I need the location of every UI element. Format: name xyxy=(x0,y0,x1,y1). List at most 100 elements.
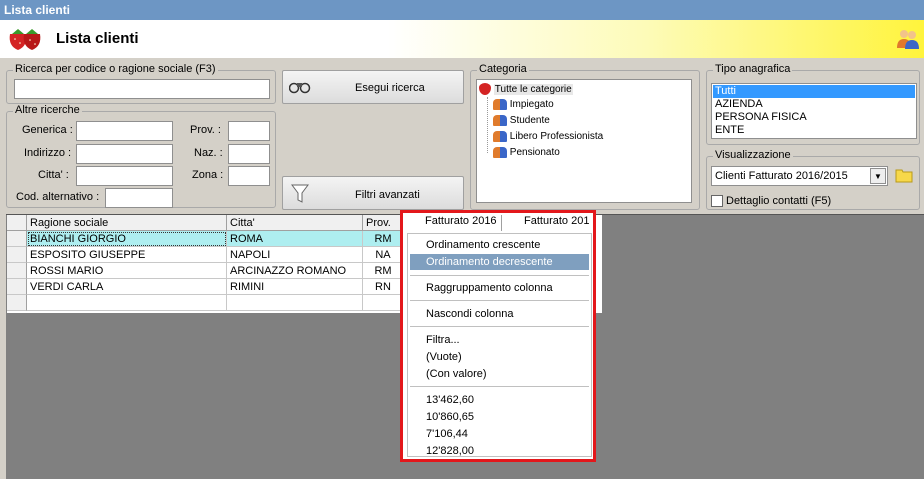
tree-item-label: Libero Professionista xyxy=(509,131,604,143)
menu-item-filter-value[interactable]: 10'860,65 xyxy=(410,409,589,425)
category-legend: Categoria xyxy=(477,63,529,75)
menu-item-sort-descending[interactable]: Ordinamento decrescente xyxy=(410,254,589,270)
cell-ragione-sociale[interactable]: BIANCHI GIORGIO xyxy=(27,231,227,247)
menu-item-filter[interactable]: Filtra... xyxy=(410,332,589,348)
naz-input[interactable] xyxy=(228,144,270,164)
people-icon xyxy=(493,131,507,142)
users-icon[interactable] xyxy=(896,28,920,50)
tree-root-all-categories[interactable]: Tutte le categorie xyxy=(479,83,573,95)
people-icon xyxy=(493,147,507,158)
cell-prov[interactable]: RM xyxy=(363,231,404,247)
cell-ragione-sociale[interactable]: ESPOSITO GIUSEPPE xyxy=(27,247,227,263)
row-selector[interactable] xyxy=(7,231,27,247)
table-row[interactable]: ROSSI MARIO ARCINAZZO ROMANO RM xyxy=(7,263,404,279)
row-selector[interactable] xyxy=(7,263,27,279)
menu-separator xyxy=(410,326,589,327)
registry-type-item[interactable]: AZIENDA xyxy=(713,98,915,111)
indirizzo-label: Indirizzo : xyxy=(24,147,72,159)
column-header-fatturato-2015[interactable]: Fatturato 201 xyxy=(524,215,589,231)
window-title: Lista clienti xyxy=(4,3,71,17)
citta-input[interactable] xyxy=(76,166,173,186)
funnel-icon xyxy=(291,184,309,203)
menu-separator xyxy=(410,275,589,276)
cell-empty[interactable] xyxy=(27,295,227,311)
execute-search-label: Esegui ricerca xyxy=(355,82,425,94)
contact-details-checkbox[interactable] xyxy=(711,195,723,207)
cell-empty[interactable] xyxy=(227,295,363,311)
menu-separator xyxy=(410,386,589,387)
chevron-down-icon[interactable]: ▼ xyxy=(870,168,886,184)
tree-item-libero-professionista[interactable]: Libero Professionista xyxy=(493,131,603,142)
cell-ragione-sociale[interactable]: VERDI CARLA xyxy=(27,279,227,295)
row-selector[interactable] xyxy=(7,247,27,263)
menu-item-filter-empty[interactable]: (Vuote) xyxy=(410,349,589,365)
registry-type-item[interactable]: Tutti xyxy=(713,85,915,98)
cell-citta[interactable]: NAPOLI xyxy=(227,247,363,263)
zona-label: Zona : xyxy=(192,169,224,181)
cell-prov[interactable]: RN xyxy=(363,279,404,295)
table-row[interactable]: VERDI CARLA RIMINI RN xyxy=(7,279,404,295)
cell-ragione-sociale[interactable]: ROSSI MARIO xyxy=(27,263,227,279)
advanced-filters-label: Filtri avanzati xyxy=(355,189,420,201)
cod-alternativo-label: Cod. alternativo : xyxy=(16,191,100,203)
prov-input[interactable] xyxy=(228,121,270,141)
registry-type-item[interactable]: ENTE xyxy=(713,124,915,137)
column-header-citta[interactable]: Citta' xyxy=(227,215,363,231)
registry-type-list[interactable]: Tutti AZIENDA PERSONA FISICA ENTE xyxy=(711,83,917,139)
cod-alternativo-input[interactable] xyxy=(105,188,173,208)
row-selector[interactable] xyxy=(7,295,27,311)
column-header-ragione-sociale[interactable]: Ragione sociale xyxy=(27,215,227,231)
tree-root-label: Tutte le categorie xyxy=(493,83,573,95)
strawberry-logo-icon xyxy=(9,29,41,50)
menu-item-group-column[interactable]: Raggruppamento colonna xyxy=(410,280,589,296)
binoculars-icon xyxy=(289,82,311,94)
cell-empty[interactable] xyxy=(363,295,404,311)
table-row[interactable]: ESPOSITO GIUSEPPE NAPOLI NA xyxy=(7,247,404,263)
registry-type-item[interactable]: PERSONA FISICA xyxy=(713,111,915,124)
menu-item-filter-value[interactable]: 12'828,00 xyxy=(410,443,589,459)
search-legend: Ricerca per codice o ragione sociale (F3… xyxy=(13,63,218,75)
menu-item-filter-value[interactable]: 13'462,60 xyxy=(410,392,589,408)
registry-type-legend: Tipo anagrafica xyxy=(713,63,793,75)
tree-item-label: Studente xyxy=(509,115,550,127)
page-title: Lista clienti xyxy=(56,30,139,47)
table-row-empty[interactable] xyxy=(7,295,404,311)
cell-citta[interactable]: ARCINAZZO ROMANO xyxy=(227,263,363,279)
generica-label: Generica : xyxy=(22,124,73,136)
column-header-prov[interactable]: Prov. xyxy=(363,215,404,231)
row-selector[interactable] xyxy=(7,279,27,295)
tree-item-impiegato[interactable]: Impiegato xyxy=(493,99,554,110)
generica-input[interactable] xyxy=(76,121,173,141)
execute-search-button[interactable]: Esegui ricerca xyxy=(282,70,464,104)
contact-details-label: Dettaglio contatti (F5) xyxy=(726,195,832,207)
column-header-fatturato-2016[interactable]: Fatturato 2016 xyxy=(425,215,497,231)
tree-item-studente[interactable]: Studente xyxy=(493,115,550,126)
people-icon xyxy=(493,115,507,126)
zona-input[interactable] xyxy=(228,166,270,186)
cell-prov[interactable]: NA xyxy=(363,247,404,263)
advanced-filters-button[interactable]: Filtri avanzati xyxy=(282,176,464,210)
menu-item-hide-column[interactable]: Nascondi colonna xyxy=(410,306,589,322)
tree-item-pensionato[interactable]: Pensionato xyxy=(493,147,560,158)
cell-prov[interactable]: RM xyxy=(363,263,404,279)
menu-item-filter-with-value[interactable]: (Con valore) xyxy=(410,366,589,382)
view-select[interactable]: Clienti Fatturato 2016/2015 ▼ xyxy=(711,166,888,186)
indirizzo-input[interactable] xyxy=(76,144,173,164)
view-select-value: Clienti Fatturato 2016/2015 xyxy=(715,170,848,182)
naz-label: Naz. : xyxy=(194,147,223,159)
menu-separator xyxy=(410,300,589,301)
people-icon xyxy=(493,99,507,110)
view-legend: Visualizzazione xyxy=(713,149,793,161)
cell-citta[interactable]: ROMA xyxy=(227,231,363,247)
category-tree[interactable]: Tutte le categorie Impiegato Studente Li… xyxy=(476,79,692,203)
menu-item-sort-ascending[interactable]: Ordinamento crescente xyxy=(410,237,589,253)
menu-item-filter-value[interactable]: 7'106,44 xyxy=(410,426,589,442)
tree-item-label: Impiegato xyxy=(509,99,554,111)
table-row[interactable]: BIANCHI GIORGIO ROMA RM xyxy=(7,231,404,247)
window-title-bar: Lista clienti xyxy=(0,0,924,20)
prov-label: Prov. : xyxy=(190,124,221,136)
tree-item-label: Pensionato xyxy=(509,147,560,159)
search-input[interactable] xyxy=(14,79,270,99)
cell-citta[interactable]: RIMINI xyxy=(227,279,363,295)
folder-icon[interactable] xyxy=(895,167,913,183)
